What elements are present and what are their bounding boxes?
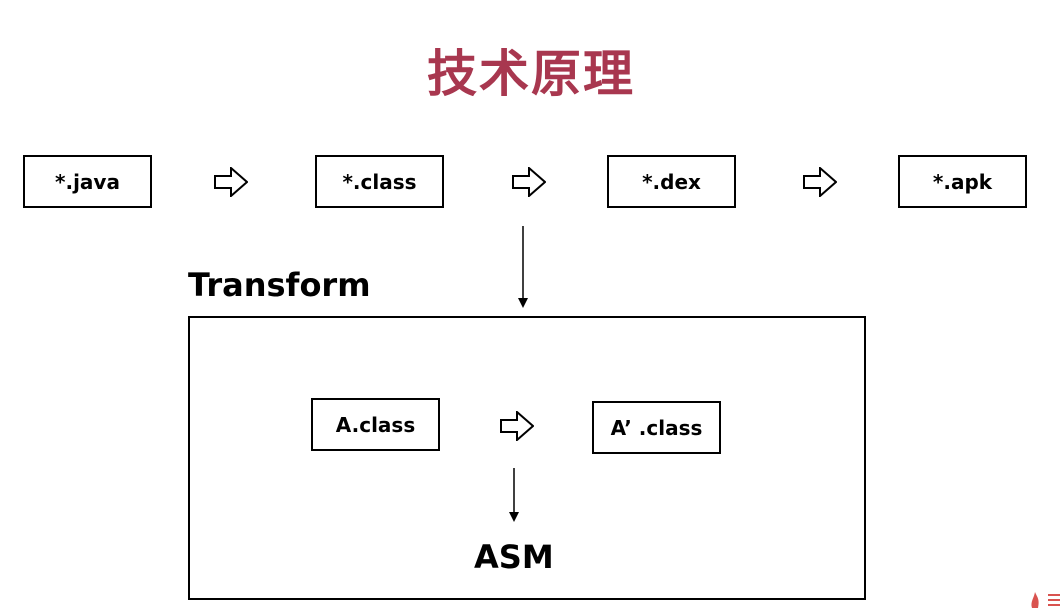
java-file-label: *.java	[55, 169, 120, 194]
transform-label: Transform	[188, 266, 371, 304]
output-class-box: A’ .class	[592, 401, 721, 454]
dex-file-box: *.dex	[607, 155, 736, 208]
class-file-label: *.class	[342, 169, 417, 194]
apk-file-label: *.apk	[932, 169, 993, 194]
slide-title: 技术原理	[427, 45, 635, 103]
flame-logo-icon	[1031, 592, 1060, 608]
output-class-label: A’ .class	[610, 415, 703, 440]
dex-file-label: *.dex	[642, 169, 701, 194]
class-file-box: *.class	[315, 155, 444, 208]
java-file-box: *.java	[23, 155, 152, 208]
hollow-right-arrow-icon	[500, 411, 534, 441]
hollow-right-arrow-icon	[512, 167, 546, 197]
input-class-label: A.class	[335, 412, 416, 437]
input-class-box: A.class	[311, 398, 440, 451]
hollow-right-arrow-icon	[803, 167, 837, 197]
apk-file-box: *.apk	[898, 155, 1027, 208]
hollow-right-arrow-icon	[214, 167, 248, 197]
asm-label: ASM	[474, 538, 554, 576]
